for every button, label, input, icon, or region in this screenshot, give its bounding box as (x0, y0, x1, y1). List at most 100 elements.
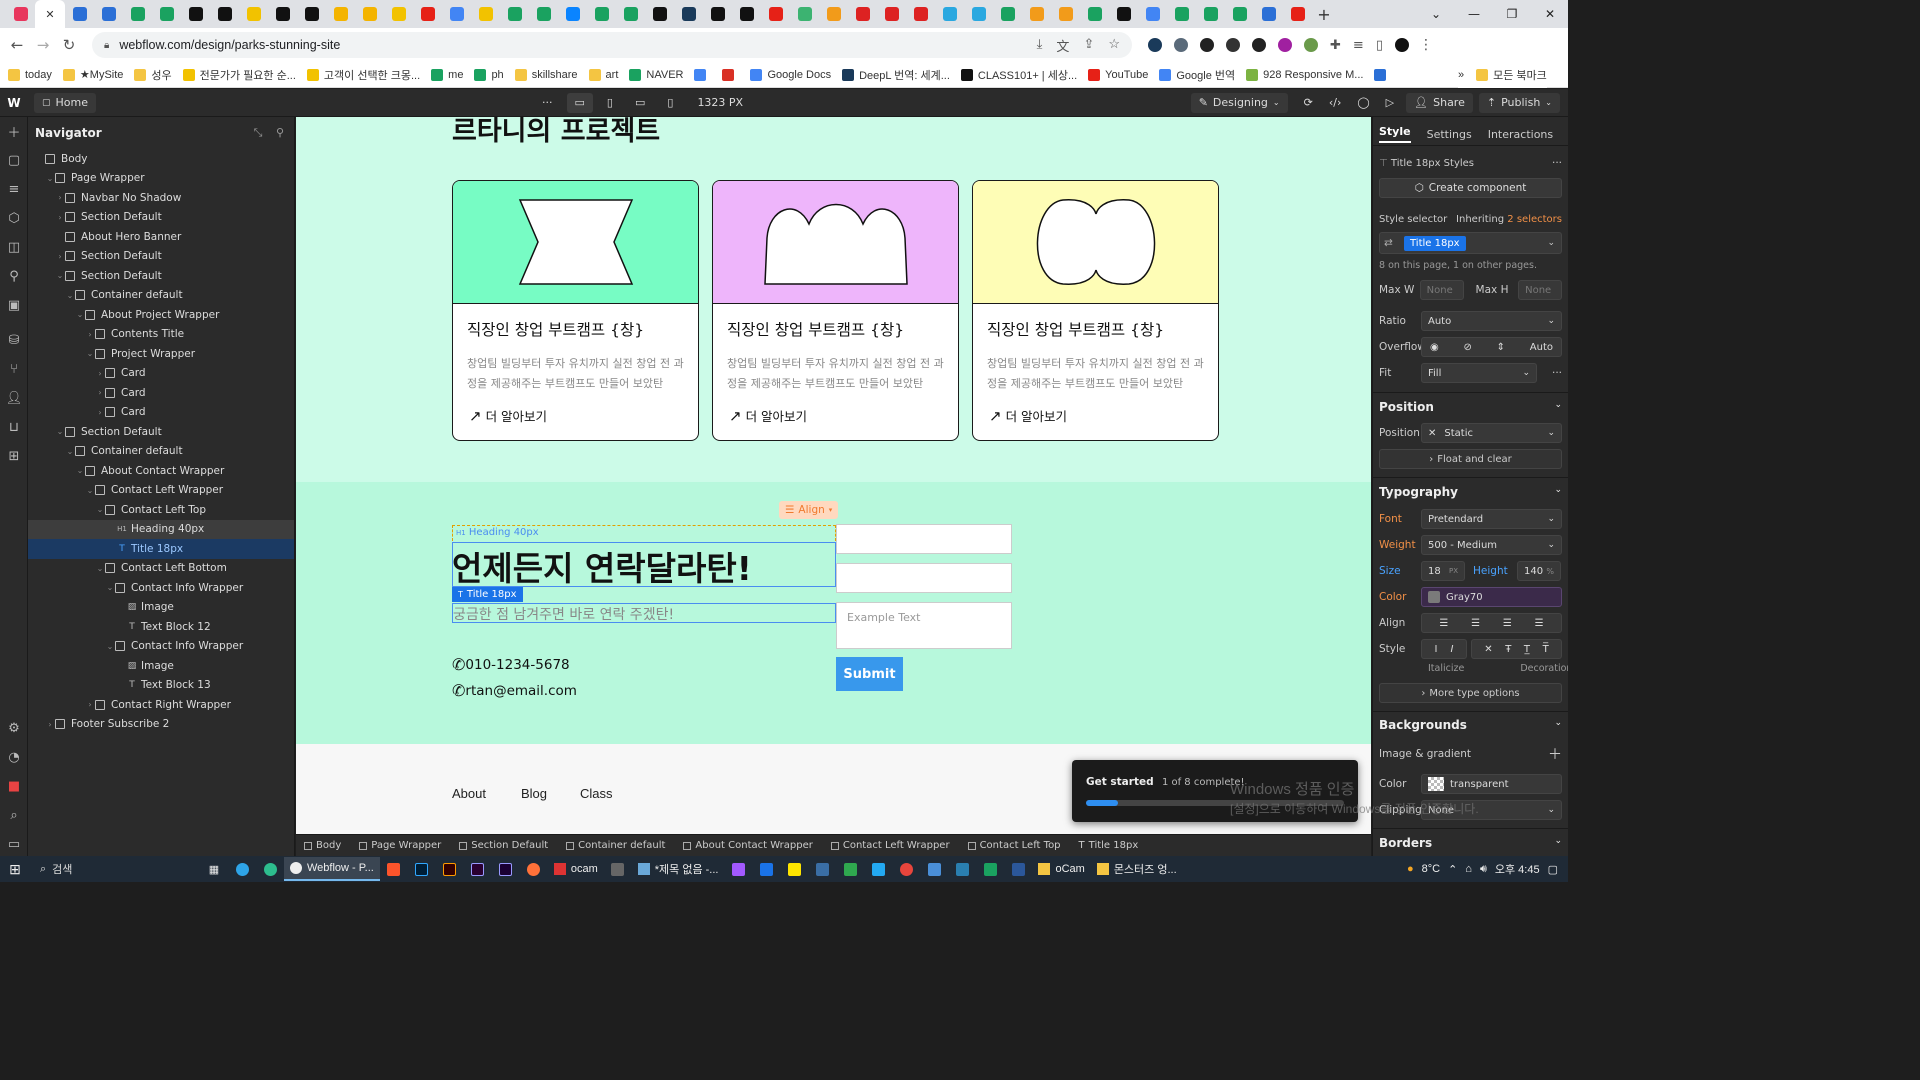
install-icon[interactable]: ⤓ (1037, 36, 1043, 55)
page-selector[interactable]: ▢ Home (34, 92, 96, 113)
expand-caret-icon[interactable]: ⌄ (95, 564, 105, 573)
notification-icon[interactable]: ▢ (1548, 863, 1558, 876)
style-selector-field[interactable]: ⇄ Title 18px ⌄ (1379, 232, 1562, 254)
max-width-input[interactable]: None (1419, 280, 1464, 300)
tab[interactable] (297, 0, 326, 28)
overflow-control[interactable]: ◉ ⊘ ⇕ Auto (1421, 337, 1562, 357)
navigator-item[interactable]: › Card (28, 364, 294, 384)
kakaotalk-icon[interactable] (783, 860, 805, 878)
card-more-link[interactable]: ↗ 더 알아보기 (729, 406, 958, 425)
extension-icon[interactable] (1226, 38, 1240, 52)
vscode-icon[interactable] (867, 860, 889, 878)
bookmark-item[interactable]: 928 Responsive M... (1246, 68, 1363, 81)
bookmark-item[interactable]: Google Docs (750, 68, 831, 81)
weight-select[interactable]: 500 - Medium ⌄ (1421, 535, 1562, 555)
audit-icon[interactable]: ◔ (0, 743, 28, 772)
navigator-item[interactable]: ⌄ Contact Left Bottom (28, 559, 294, 579)
minimize-button[interactable]: — (1456, 0, 1492, 28)
project-card[interactable]: 직장인 창업 부트캠프 {창} 창업팀 빌딩부터 투자 유치까지 실전 창업 전 … (712, 180, 959, 441)
tab[interactable] (819, 0, 848, 28)
expand-caret-icon[interactable]: ⌄ (55, 427, 65, 436)
tab[interactable] (1022, 0, 1051, 28)
expand-caret-icon[interactable]: › (55, 193, 65, 202)
navigator-item[interactable]: ⌄ Contact Left Wrapper (28, 481, 294, 501)
tab[interactable] (761, 0, 790, 28)
tab[interactable] (1138, 0, 1167, 28)
footer-link-about[interactable]: About (452, 786, 486, 801)
tab[interactable] (906, 0, 935, 28)
pin-icon[interactable]: ⚲ (276, 126, 284, 139)
tab[interactable] (326, 0, 355, 28)
navigator-item[interactable]: › Card (28, 403, 294, 423)
edge-dev-icon[interactable] (259, 860, 281, 878)
chevron-down-icon[interactable]: ⌄ (1554, 485, 1562, 499)
edge-icon[interactable] (231, 860, 253, 878)
bookmark-item[interactable]: Google 번역 (1159, 67, 1235, 83)
expand-caret-icon[interactable]: ⌄ (65, 291, 75, 300)
tab[interactable] (239, 0, 268, 28)
tab[interactable] (732, 0, 761, 28)
tab[interactable] (1080, 0, 1109, 28)
tab[interactable] (1109, 0, 1138, 28)
video-icon[interactable]: ▭ (0, 830, 28, 859)
comment-icon[interactable]: ◯ (1349, 93, 1377, 113)
breadcrumb-item[interactable]: Contact Left Top (967, 840, 1061, 851)
taskbar-app-ocam[interactable]: ocam (548, 857, 604, 881)
bookmark-item[interactable] (694, 68, 711, 81)
figma-icon[interactable] (727, 860, 749, 878)
typography-heading[interactable]: Typography (1379, 485, 1458, 499)
all-bookmarks[interactable]: 모든 북마크 (1493, 67, 1547, 83)
tab[interactable] (65, 0, 94, 28)
media-icon[interactable]: ≡ (1353, 38, 1364, 53)
backgrounds-heading[interactable]: Backgrounds (1379, 718, 1467, 732)
tab[interactable] (268, 0, 297, 28)
tab[interactable] (935, 0, 964, 28)
footer-link-class[interactable]: Class (580, 786, 613, 801)
decoration-control[interactable]: ✕ Ŧ T̲ T̅ (1471, 639, 1562, 659)
bookmarks-overflow[interactable]: » (1458, 69, 1464, 81)
search-icon[interactable]: ⌕ (0, 801, 28, 830)
float-clear-toggle[interactable]: › Float and clear (1379, 449, 1562, 469)
logic-icon[interactable]: ⑂ (0, 355, 28, 384)
chevron-down-icon[interactable]: ⌄ (1554, 718, 1562, 732)
pages-icon[interactable]: ▢ (0, 146, 28, 175)
tab[interactable] (674, 0, 703, 28)
collapse-icon[interactable]: ⤡ (254, 126, 263, 139)
mobile-landscape-icon[interactable]: ▭ (627, 93, 653, 113)
tab[interactable] (442, 0, 471, 28)
card-more-link[interactable]: ↗ 더 알아보기 (989, 406, 1218, 425)
tab[interactable] (94, 0, 123, 28)
app-icon[interactable] (755, 860, 777, 878)
navigator-icon[interactable]: ≡ (0, 175, 28, 204)
bookmark-star-icon[interactable]: ☆ (1108, 36, 1120, 55)
tab[interactable] (471, 0, 500, 28)
tab-search-icon[interactable]: ⌄ (1418, 0, 1454, 28)
side-panel-icon[interactable]: ▯ (1376, 38, 1383, 53)
position-heading[interactable]: Position (1379, 400, 1434, 414)
close-tab-icon[interactable]: ✕ (45, 8, 54, 21)
tab[interactable] (152, 0, 181, 28)
tab[interactable] (384, 0, 413, 28)
navigator-item[interactable]: ⌄ Container default (28, 286, 294, 306)
tab-active[interactable]: ✕ (35, 0, 65, 28)
align-center-icon[interactable]: ☰ (1471, 618, 1480, 629)
navigator-item[interactable]: Body (28, 149, 294, 169)
expand-caret-icon[interactable]: › (95, 369, 105, 378)
brave-icon[interactable] (383, 860, 405, 878)
app-icon[interactable] (923, 860, 945, 878)
settings-icon[interactable]: ⚙ (0, 714, 28, 743)
after-effects-icon[interactable] (495, 860, 517, 878)
publish-button[interactable]: ⇡ Publish ⌄ (1478, 92, 1560, 113)
breadcrumb-item[interactable]: Section Default (459, 840, 548, 851)
assets-icon[interactable]: ▣ (0, 291, 28, 320)
expand-caret-icon[interactable]: ⌄ (55, 271, 65, 280)
tab[interactable] (848, 0, 877, 28)
expand-caret-icon[interactable]: ⌄ (45, 174, 55, 183)
card-more-link[interactable]: ↗ 더 알아보기 (469, 406, 698, 425)
tab[interactable] (500, 0, 529, 28)
bookmark-item[interactable]: CLASS101+ | 세상... (960, 67, 1077, 83)
expand-caret-icon[interactable]: ⌄ (85, 486, 95, 495)
navigator-item[interactable]: T Title 18px (28, 539, 294, 559)
puzzle-icon[interactable]: ✚ (1330, 38, 1341, 53)
extension-icon[interactable] (1304, 38, 1318, 52)
